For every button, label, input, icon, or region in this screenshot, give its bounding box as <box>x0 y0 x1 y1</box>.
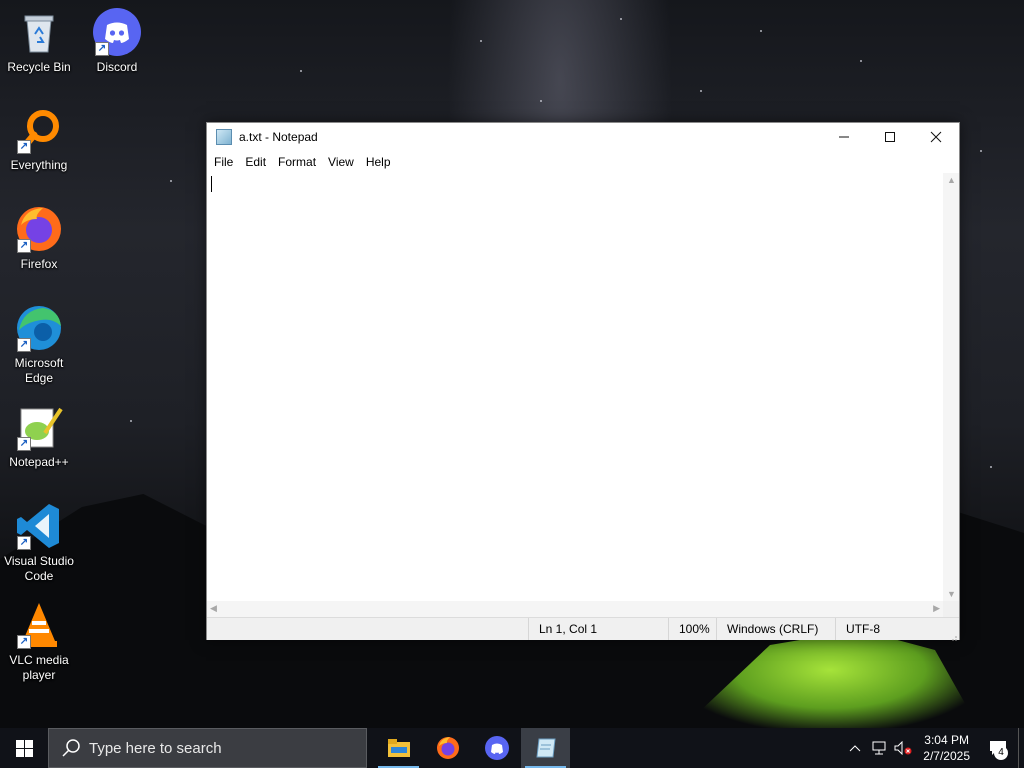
desktop-icon-label: Visual Studio Code <box>4 554 74 583</box>
clock-time: 3:04 PM <box>924 733 969 747</box>
status-encoding: UTF-8 <box>835 618 946 640</box>
desktop-icon-label: Firefox <box>20 257 58 271</box>
discord-icon: ↗ <box>93 8 141 56</box>
show-hidden-icons-button[interactable] <box>843 744 867 752</box>
volume-muted-icon <box>894 741 912 755</box>
desktop-icon-microsoft-edge[interactable]: ↗ Microsoft Edge <box>1 304 77 386</box>
windows-logo-icon <box>15 739 33 757</box>
desktop-icon-discord[interactable]: ↗ Discord <box>79 8 155 75</box>
network-button[interactable] <box>867 741 891 755</box>
desktop-icon-firefox[interactable]: ↗ Firefox <box>1 205 77 272</box>
taskbar-notepad[interactable] <box>521 728 570 768</box>
horizontal-scrollbar[interactable]: ◀ ▶ <box>207 601 943 617</box>
notepad-window: a.txt - Notepad File Edit Format View He… <box>206 122 960 641</box>
status-cursor-position: Ln 1, Col 1 <box>528 618 669 640</box>
minimize-icon <box>839 136 849 138</box>
desktop-icon-label: Discord <box>96 60 138 74</box>
shortcut-arrow-icon: ↗ <box>17 635 31 649</box>
minimize-button[interactable] <box>821 123 867 151</box>
network-icon <box>872 741 886 755</box>
title-bar[interactable]: a.txt - Notepad <box>207 123 959 151</box>
notepad-plus-plus-icon: ↗ <box>15 403 63 451</box>
scroll-up-icon[interactable]: ▲ <box>947 175 956 185</box>
show-desktop-button[interactable] <box>1018 728 1024 768</box>
vlc-icon: ↗ <box>15 601 63 649</box>
desktop-icon-label: Notepad++ <box>9 455 69 469</box>
text-editor-area[interactable] <box>207 173 943 601</box>
discord-icon <box>484 736 509 760</box>
volume-button[interactable] <box>891 741 915 755</box>
shortcut-arrow-icon: ↗ <box>95 42 109 56</box>
status-bar: Ln 1, Col 1 100% Windows (CRLF) UTF-8 <box>207 617 959 641</box>
desktop-icon-notepad-plus-plus[interactable]: ↗ Notepad++ <box>1 403 77 470</box>
desktop-icon-recycle-bin[interactable]: Recycle Bin <box>1 8 77 75</box>
desktop-icon-label: Everything <box>10 158 68 172</box>
shortcut-arrow-icon: ↗ <box>17 338 31 352</box>
menu-format[interactable]: Format <box>272 155 322 169</box>
window-title: a.txt - Notepad <box>239 130 318 144</box>
taskbar-search-box[interactable]: Type here to search <box>48 728 367 768</box>
close-icon <box>930 131 942 143</box>
search-icon <box>61 738 81 758</box>
close-button[interactable] <box>913 123 959 151</box>
shortcut-arrow-icon: ↗ <box>17 239 31 253</box>
desktop-icon-everything[interactable]: ↗ Everything <box>1 106 77 173</box>
firefox-icon: ↗ <box>15 205 63 253</box>
notification-count-badge: 4 <box>994 746 1008 760</box>
resize-grip-icon[interactable] <box>949 630 957 641</box>
text-caret <box>211 176 212 192</box>
desktop-icon-vlc[interactable]: ↗ VLC media player <box>1 601 77 683</box>
recycle-bin-icon <box>15 8 63 56</box>
notepad-icon <box>216 129 232 145</box>
scroll-down-icon[interactable]: ▼ <box>947 589 956 599</box>
maximize-button[interactable] <box>867 123 913 151</box>
everything-search-icon: ↗ <box>15 106 63 154</box>
taskbar: Type here to search 3:04 PM 2/7/2025 4 <box>0 728 1024 768</box>
search-placeholder: Type here to search <box>89 739 222 757</box>
menu-bar: File Edit Format View Help <box>207 151 959 173</box>
action-center-button[interactable]: 4 <box>978 728 1018 768</box>
menu-help[interactable]: Help <box>360 155 397 169</box>
status-zoom: 100% <box>668 618 717 640</box>
desktop-icon-label: VLC media player <box>9 653 69 682</box>
desktop-icon-label: Microsoft Edge <box>14 356 64 385</box>
shortcut-arrow-icon: ↗ <box>17 437 31 451</box>
taskbar-file-explorer[interactable] <box>374 728 423 768</box>
status-line-ending: Windows (CRLF) <box>716 618 827 640</box>
system-tray: 3:04 PM 2/7/2025 4 <box>843 728 1024 768</box>
scroll-right-icon[interactable]: ▶ <box>933 603 940 614</box>
desktop-icon-visual-studio-code[interactable]: ↗ Visual Studio Code <box>1 502 77 584</box>
desktop-icon-label: Recycle Bin <box>7 60 71 74</box>
taskbar-firefox[interactable] <box>423 728 472 768</box>
scroll-left-icon[interactable]: ◀ <box>210 603 217 614</box>
taskbar-clock[interactable]: 3:04 PM 2/7/2025 <box>915 732 978 764</box>
shortcut-arrow-icon: ↗ <box>17 536 31 550</box>
notepad-icon <box>535 738 556 758</box>
start-button[interactable] <box>0 728 48 768</box>
taskbar-discord[interactable] <box>472 728 521 768</box>
menu-view[interactable]: View <box>322 155 360 169</box>
firefox-icon <box>436 737 459 759</box>
menu-file[interactable]: File <box>208 155 239 169</box>
chevron-up-icon <box>849 745 861 752</box>
menu-edit[interactable]: Edit <box>239 155 272 169</box>
vertical-scrollbar[interactable]: ▲ ▼ <box>943 173 959 601</box>
file-explorer-icon <box>387 739 410 757</box>
scrollbar-corner <box>943 601 959 617</box>
clock-date: 2/7/2025 <box>923 749 970 763</box>
edge-icon: ↗ <box>15 304 63 352</box>
vscode-icon: ↗ <box>15 502 63 550</box>
maximize-icon <box>885 132 895 142</box>
shortcut-arrow-icon: ↗ <box>17 140 31 154</box>
